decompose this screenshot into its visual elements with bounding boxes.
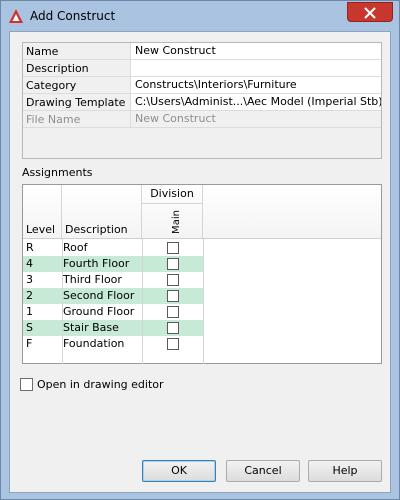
level-cell: 4 — [26, 257, 33, 270]
table-row[interactable]: R Roof — [23, 240, 203, 256]
main-division-checkbox[interactable] — [167, 290, 179, 302]
main-division-header[interactable]: Main — [170, 207, 184, 237]
close-icon — [364, 7, 376, 19]
division-header-label: Division — [142, 185, 202, 204]
property-name: Description — [26, 62, 89, 75]
property-row: Name New Construct — [23, 43, 381, 60]
table-row[interactable]: 3 Third Floor — [23, 272, 203, 288]
main-division-checkbox[interactable] — [167, 322, 179, 334]
open-in-editor-checkbox[interactable] — [20, 378, 33, 391]
window-title: Add Construct — [30, 9, 116, 23]
column-divider — [203, 239, 204, 364]
property-name: Category — [26, 79, 77, 92]
table-row[interactable]: S Stair Base — [23, 320, 203, 336]
dialog-body: Name New Construct Description Category Cons… — [9, 31, 391, 493]
main-division-checkbox[interactable] — [167, 242, 179, 254]
properties-grid: Name New Construct Description Category Cons… — [22, 42, 382, 159]
description-cell: Third Floor — [63, 273, 122, 286]
description-cell: Roof — [63, 241, 88, 254]
property-name: File Name — [26, 113, 81, 126]
description-cell: Second Floor — [63, 289, 135, 302]
property-row: Category Constructs\Interiors\Furniture — [23, 77, 381, 94]
property-value[interactable]: Constructs\Interiors\Furniture — [130, 77, 381, 93]
close-button[interactable] — [347, 2, 393, 22]
table-row[interactable]: 4 Fourth Floor — [23, 256, 203, 272]
column-divider — [62, 239, 63, 364]
assignments-label: Assignments — [22, 166, 93, 179]
title-bar[interactable]: Add Construct — [1, 1, 399, 31]
property-name: Name — [26, 45, 59, 58]
property-row: File Name New Construct — [23, 111, 381, 128]
property-name: Drawing Template — [26, 96, 126, 109]
help-button[interactable]: Help — [308, 460, 382, 482]
main-division-checkbox[interactable] — [167, 338, 179, 350]
description-column-header[interactable]: Description — [62, 185, 142, 239]
level-cell: S — [26, 321, 33, 334]
autocad-app-icon — [8, 8, 24, 24]
level-cell: F — [26, 337, 33, 350]
description-cell: Stair Base — [63, 321, 119, 334]
level-cell: R — [26, 241, 34, 254]
open-in-editor-label: Open in drawing editor — [37, 378, 164, 391]
property-value: New Construct — [130, 111, 381, 127]
property-row: Drawing Template C:\Users\Administ...\Aec… — [23, 94, 381, 111]
ok-button[interactable]: OK — [142, 460, 216, 482]
main-division-checkbox[interactable] — [167, 274, 179, 286]
level-cell: 1 — [26, 305, 33, 318]
description-cell: Fourth Floor — [63, 257, 130, 270]
main-division-checkbox[interactable] — [167, 258, 179, 270]
property-value[interactable] — [130, 60, 381, 76]
table-row[interactable]: F Foundation — [23, 336, 203, 352]
property-value[interactable]: C:\Users\Administ...\Aec Model (Imperial… — [130, 94, 381, 110]
description-cell: Foundation — [63, 337, 125, 350]
level-column-header[interactable]: Level — [23, 185, 62, 239]
division-column-header: Division Main — [142, 185, 203, 239]
table-row[interactable]: 2 Second Floor — [23, 288, 203, 304]
description-cell: Ground Floor — [63, 305, 135, 318]
property-value[interactable]: New Construct — [130, 43, 381, 59]
column-divider — [142, 239, 143, 364]
cancel-button[interactable]: Cancel — [226, 460, 300, 482]
level-cell: 2 — [26, 289, 33, 302]
assignments-grid: Level Description Division Main R Roof 4 Fo… — [22, 184, 382, 364]
main-division-checkbox[interactable] — [167, 306, 179, 318]
table-row[interactable]: 1 Ground Floor — [23, 304, 203, 320]
level-cell: 3 — [26, 273, 33, 286]
property-row: Description — [23, 60, 381, 77]
assignments-header: Level Description Division Main — [23, 185, 381, 239]
add-construct-dialog: Add Construct Name New Construct Descripti… — [0, 0, 400, 500]
